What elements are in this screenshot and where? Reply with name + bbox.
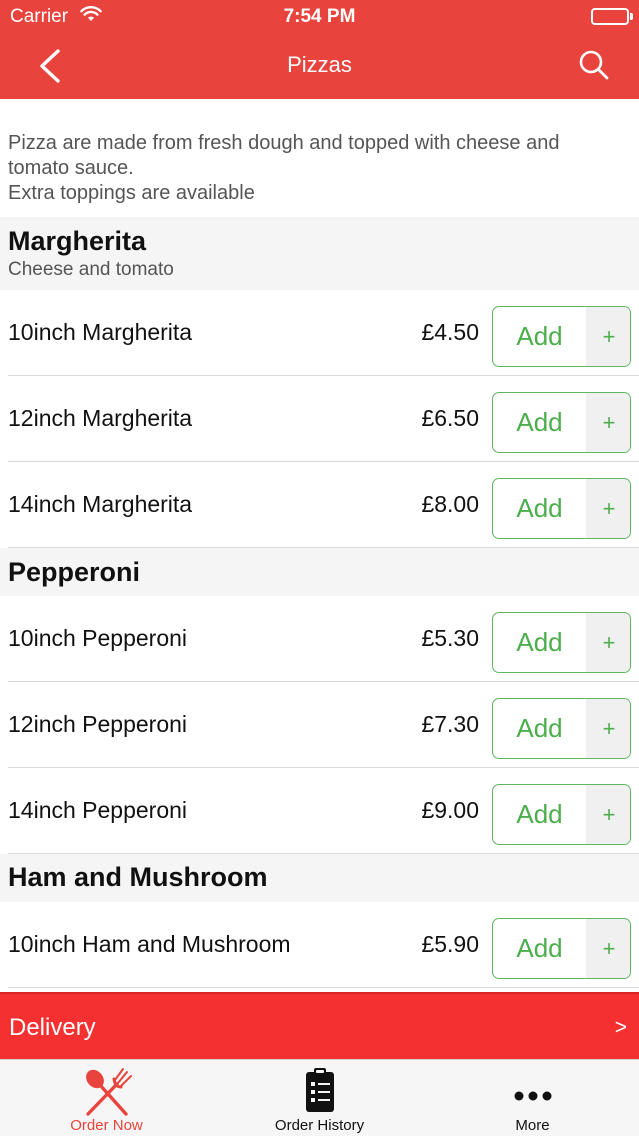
menu-item: 14inch Margherita £8.00 Add + (0, 462, 639, 548)
menu-item: 10inch Pepperoni £5.30 Add + (0, 596, 639, 682)
section-header-margherita: Margherita Cheese and tomato (0, 217, 639, 290)
item-price: £9.00 (421, 797, 479, 823)
item-price: £4.50 (421, 319, 479, 345)
item-name: 10inch Pepperoni (8, 625, 188, 651)
add-label: Add (516, 933, 563, 963)
plus-icon: + (586, 613, 630, 672)
item-price: £7.30 (421, 711, 479, 737)
section-description: Cheese and tomato (8, 259, 174, 280)
tab-more[interactable]: More (426, 1060, 639, 1136)
item-name: 10inch Margherita (8, 319, 193, 345)
add-label: Add (516, 799, 563, 829)
menu-item: 14inch Pepperoni £9.00 Add + (0, 768, 639, 854)
clipboard-list-icon (305, 1068, 334, 1112)
section-title: Ham and Mushroom (8, 862, 268, 892)
item-name: 14inch Pepperoni (8, 797, 188, 823)
plus-icon: + (586, 785, 630, 844)
status-time: 7:54 PM (283, 6, 356, 27)
tab-label: Order Now (70, 1117, 143, 1134)
section-title: Margherita (8, 226, 147, 256)
item-name: 14inch Margherita (8, 491, 193, 517)
section-header-pepperoni: Pepperoni (0, 548, 639, 596)
plus-icon: + (586, 393, 630, 452)
item-name: 10inch Ham and Mushroom (8, 931, 291, 957)
item-name: 12inch Margherita (8, 405, 193, 431)
divider (8, 987, 639, 988)
item-price: £6.50 (421, 405, 479, 431)
more-dots-icon (514, 1091, 551, 1101)
add-button[interactable]: Add + (492, 918, 631, 979)
navigation-bar: Carrier 7:54 PM Pizzas (0, 0, 639, 99)
category-intro: Pizza are made from fresh dough and topp… (0, 99, 639, 217)
item-name: 12inch Pepperoni (8, 711, 188, 737)
intro-line: Extra toppings are available (8, 182, 255, 204)
tab-order-now[interactable]: Order Now (0, 1060, 213, 1136)
tab-order-history[interactable]: Order History (213, 1060, 426, 1136)
add-button[interactable]: Add + (492, 612, 631, 673)
battery-icon (591, 8, 629, 25)
item-price: £8.00 (421, 491, 479, 517)
add-button[interactable]: Add + (492, 698, 631, 759)
menu-item: 10inch Ham and Mushroom £5.90 Add + (0, 902, 639, 988)
plus-icon: + (586, 699, 630, 758)
add-label: Add (516, 713, 563, 743)
menu-item: 12inch Pepperoni £7.30 Add + (0, 682, 639, 768)
category-description: Pizza are made from fresh dough and topp… (8, 131, 618, 206)
plus-icon: + (586, 307, 630, 366)
battery-tip (630, 13, 633, 20)
add-button[interactable]: Add + (492, 784, 631, 845)
search-button[interactable] (574, 46, 614, 86)
tab-label: Order History (274, 1117, 365, 1134)
add-button[interactable]: Add + (492, 392, 631, 453)
item-price: £5.90 (421, 931, 479, 957)
chevron-right-icon: > (614, 1016, 627, 1039)
add-label: Add (516, 627, 563, 657)
tab-bar: Order Now Order History More (0, 1059, 639, 1136)
page-title: Pizzas (287, 52, 352, 77)
fork-knife-icon (85, 1068, 132, 1116)
add-label: Add (516, 493, 563, 523)
intro-line: tomato sauce. (8, 157, 134, 179)
item-price: £5.30 (421, 625, 479, 651)
add-button[interactable]: Add + (492, 478, 631, 539)
section-title: Pepperoni (8, 557, 141, 587)
add-button[interactable]: Add + (492, 306, 631, 367)
menu-item: 12inch Margherita £6.50 Add + (0, 376, 639, 462)
search-icon (579, 50, 609, 80)
menu-item: 10inch Margherita £4.50 Add + (0, 290, 639, 376)
status-bar: Carrier 7:54 PM (0, 0, 639, 34)
add-label: Add (516, 321, 563, 351)
add-label: Add (516, 407, 563, 437)
delivery-label: Delivery (9, 1014, 96, 1041)
intro-line: Pizza are made from fresh dough and topp… (8, 132, 560, 154)
plus-icon: + (586, 479, 630, 538)
section-header-ham-and-mushroom: Ham and Mushroom (0, 854, 639, 902)
delivery-bar[interactable]: Delivery > (0, 992, 639, 1059)
tab-label: More (515, 1117, 550, 1134)
plus-icon: + (586, 919, 630, 978)
